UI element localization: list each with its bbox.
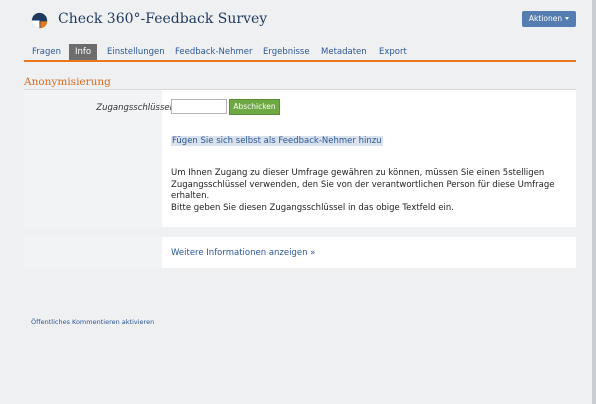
tab-bar: Fragen Info Einstellungen Feedback-Nehme… [24,44,576,62]
submit-button[interactable]: Abschicken [229,99,280,115]
tab-einstellungen[interactable]: Einstellungen [101,44,171,60]
access-key-input[interactable] [171,99,227,114]
more-info-link[interactable]: Weitere Informationen anzeigen » [171,248,315,258]
info-text: Um Ihnen Zugang zu dieser Umfrage gewähr… [171,168,571,214]
actions-label: Aktionen [528,14,563,23]
access-key-label: Zugangsschlüssel [96,103,172,113]
panel-label-column [24,237,162,268]
app-logo-icon [31,12,48,29]
page-title: Check 360°-Feedback Survey [58,11,268,27]
chevron-down-icon [565,17,570,20]
tab-ergebnisse[interactable]: Ergebnisse [257,44,316,60]
tab-feedback-nehmer[interactable]: Feedback-Nehmer [169,44,259,60]
info-paragraph: Um Ihnen Zugang zu dieser Umfrage gewähr… [171,168,555,201]
tab-export[interactable]: Export [373,44,413,60]
tab-metadaten[interactable]: Metadaten [315,44,373,60]
tab-info[interactable]: Info [69,44,98,60]
actions-dropdown-button[interactable]: Aktionen [522,11,576,27]
section-title: Anonymisierung [24,76,111,88]
join-as-feedback-receiver-link[interactable]: Fügen Sie sich selbst als Feedback-Nehme… [171,136,383,146]
enable-public-comments-link[interactable]: Öffentliches Kommentieren aktivieren [31,318,154,326]
info-paragraph-instruction: Bitte geben Sie diesen Zugangsschlüssel … [171,202,454,213]
header: Check 360°-Feedback Survey Aktionen [0,0,596,44]
tab-fragen[interactable]: Fragen [26,44,67,60]
scrollbar[interactable] [592,0,596,404]
